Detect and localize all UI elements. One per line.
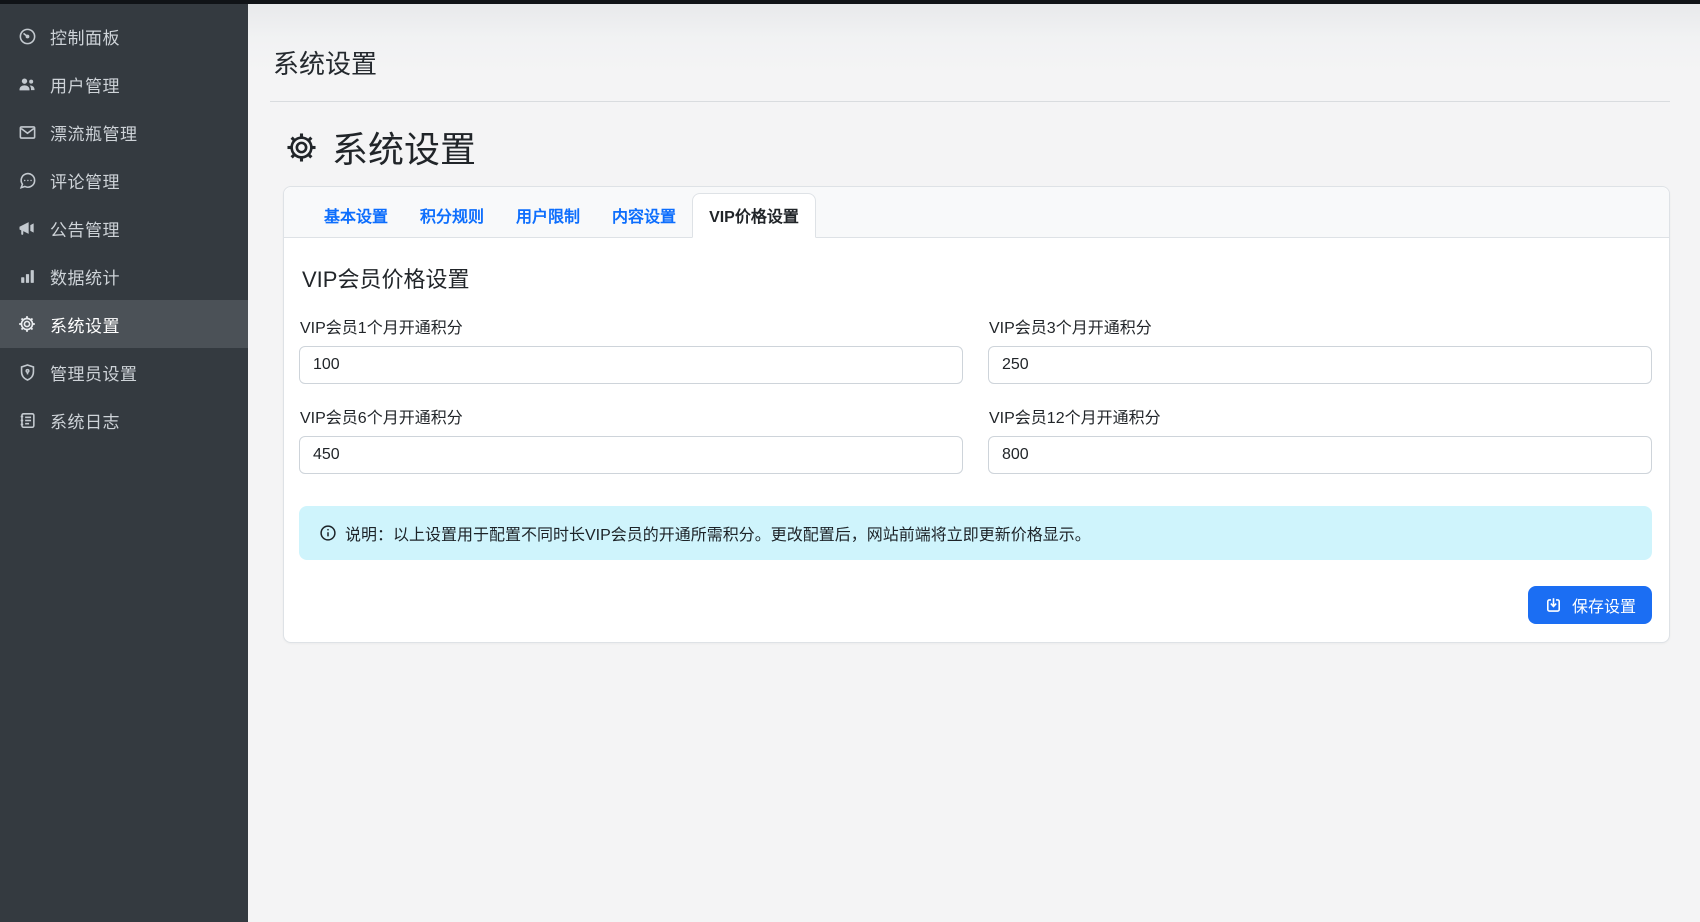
sidebar-item-label: 公告管理 <box>50 216 120 241</box>
card-heading: 系统设置 <box>283 121 1670 173</box>
header-divider <box>270 101 1670 102</box>
sidebar-item-label: 评论管理 <box>50 168 120 193</box>
field-vip-1-month: VIP会员1个月开通积分 <box>299 314 963 384</box>
tab-content-settings[interactable]: 内容设置 <box>596 194 692 237</box>
sidebar-item-label: 用户管理 <box>50 72 120 97</box>
sidebar-item-system-settings[interactable]: 系统设置 <box>0 300 248 348</box>
speedometer-icon <box>17 26 37 46</box>
settings-tabs: 基本设置 积分规则 用户限制 内容设置 VIP价格设置 <box>284 187 1669 238</box>
info-icon <box>319 524 337 542</box>
shield-icon <box>17 362 37 382</box>
field-label: VIP会员1个月开通积分 <box>300 314 963 338</box>
sidebar-item-bottles[interactable]: 漂流瓶管理 <box>0 108 248 156</box>
sidebar-item-users[interactable]: 用户管理 <box>0 60 248 108</box>
vip-3-month-input[interactable] <box>988 346 1652 384</box>
sidebar-item-admin-settings[interactable]: 管理员设置 <box>0 348 248 396</box>
sidebar-item-statistics[interactable]: 数据统计 <box>0 252 248 300</box>
main-content: 系统设置 系统设置 <box>248 4 1700 922</box>
envelope-icon <box>17 122 37 142</box>
field-vip-3-month: VIP会员3个月开通积分 <box>988 314 1652 384</box>
save-icon <box>1544 596 1563 615</box>
users-icon <box>17 74 37 94</box>
vip-price-form: VIP会员1个月开通积分 VIP会员3个月开通积分 VIP会员6个月开通积分 <box>299 314 1652 474</box>
info-alert-text: 说明：以上设置用于配置不同时长VIP会员的开通所需积分。更改配置后，网站前端将立… <box>345 521 1091 545</box>
sidebar-item-label: 控制面板 <box>50 24 120 49</box>
sidebar-item-label: 漂流瓶管理 <box>50 120 138 145</box>
info-alert: 说明：以上设置用于配置不同时长VIP会员的开通所需积分。更改配置后，网站前端将立… <box>299 506 1652 560</box>
sidebar-item-comments[interactable]: 评论管理 <box>0 156 248 204</box>
sidebar-item-label: 数据统计 <box>50 264 120 289</box>
vip-1-month-input[interactable] <box>299 346 963 384</box>
section-title: VIP会员价格设置 <box>302 262 1652 294</box>
gear-icon <box>283 129 320 166</box>
sidebar-item-label: 管理员设置 <box>50 360 138 385</box>
megaphone-icon <box>17 218 37 238</box>
sidebar-item-label: 系统日志 <box>50 408 120 433</box>
save-settings-button[interactable]: 保存设置 <box>1528 586 1652 624</box>
field-vip-12-month: VIP会员12个月开通积分 <box>988 404 1652 474</box>
tab-user-limits[interactable]: 用户限制 <box>500 194 596 237</box>
sidebar: 控制面板 用户管理 漂流瓶管理 <box>0 4 248 922</box>
sidebar-item-label: 系统设置 <box>50 312 120 337</box>
admin-app: 控制面板 用户管理 漂流瓶管理 <box>0 0 1700 922</box>
gear-icon <box>17 314 37 334</box>
page-title: 系统设置 <box>273 4 1670 101</box>
settings-card: 基本设置 积分规则 用户限制 内容设置 VIP价格设置 VIP会员价格设置 VI… <box>283 186 1670 643</box>
save-button-label: 保存设置 <box>1572 593 1636 617</box>
field-label: VIP会员12个月开通积分 <box>989 404 1652 428</box>
vip-12-month-input[interactable] <box>988 436 1652 474</box>
chat-dots-icon <box>17 170 37 190</box>
field-label: VIP会员6个月开通积分 <box>300 404 963 428</box>
tab-basic-settings[interactable]: 基本设置 <box>308 194 404 237</box>
field-label: VIP会员3个月开通积分 <box>989 314 1652 338</box>
card-heading-title: 系统设置 <box>332 121 476 173</box>
card-footer: 保存设置 <box>299 586 1652 624</box>
sidebar-item-dashboard[interactable]: 控制面板 <box>0 12 248 60</box>
field-vip-6-month: VIP会员6个月开通积分 <box>299 404 963 474</box>
sidebar-item-system-logs[interactable]: 系统日志 <box>0 396 248 444</box>
journal-icon <box>17 410 37 430</box>
vip-6-month-input[interactable] <box>299 436 963 474</box>
sidebar-item-announcements[interactable]: 公告管理 <box>0 204 248 252</box>
tab-vip-price-settings[interactable]: VIP价格设置 <box>692 193 816 238</box>
tab-points-rules[interactable]: 积分规则 <box>404 194 500 237</box>
tab-panel-vip-prices: VIP会员价格设置 VIP会员1个月开通积分 VIP会员3个月开通积分 VIP会… <box>284 238 1669 642</box>
bar-chart-icon <box>17 266 37 286</box>
